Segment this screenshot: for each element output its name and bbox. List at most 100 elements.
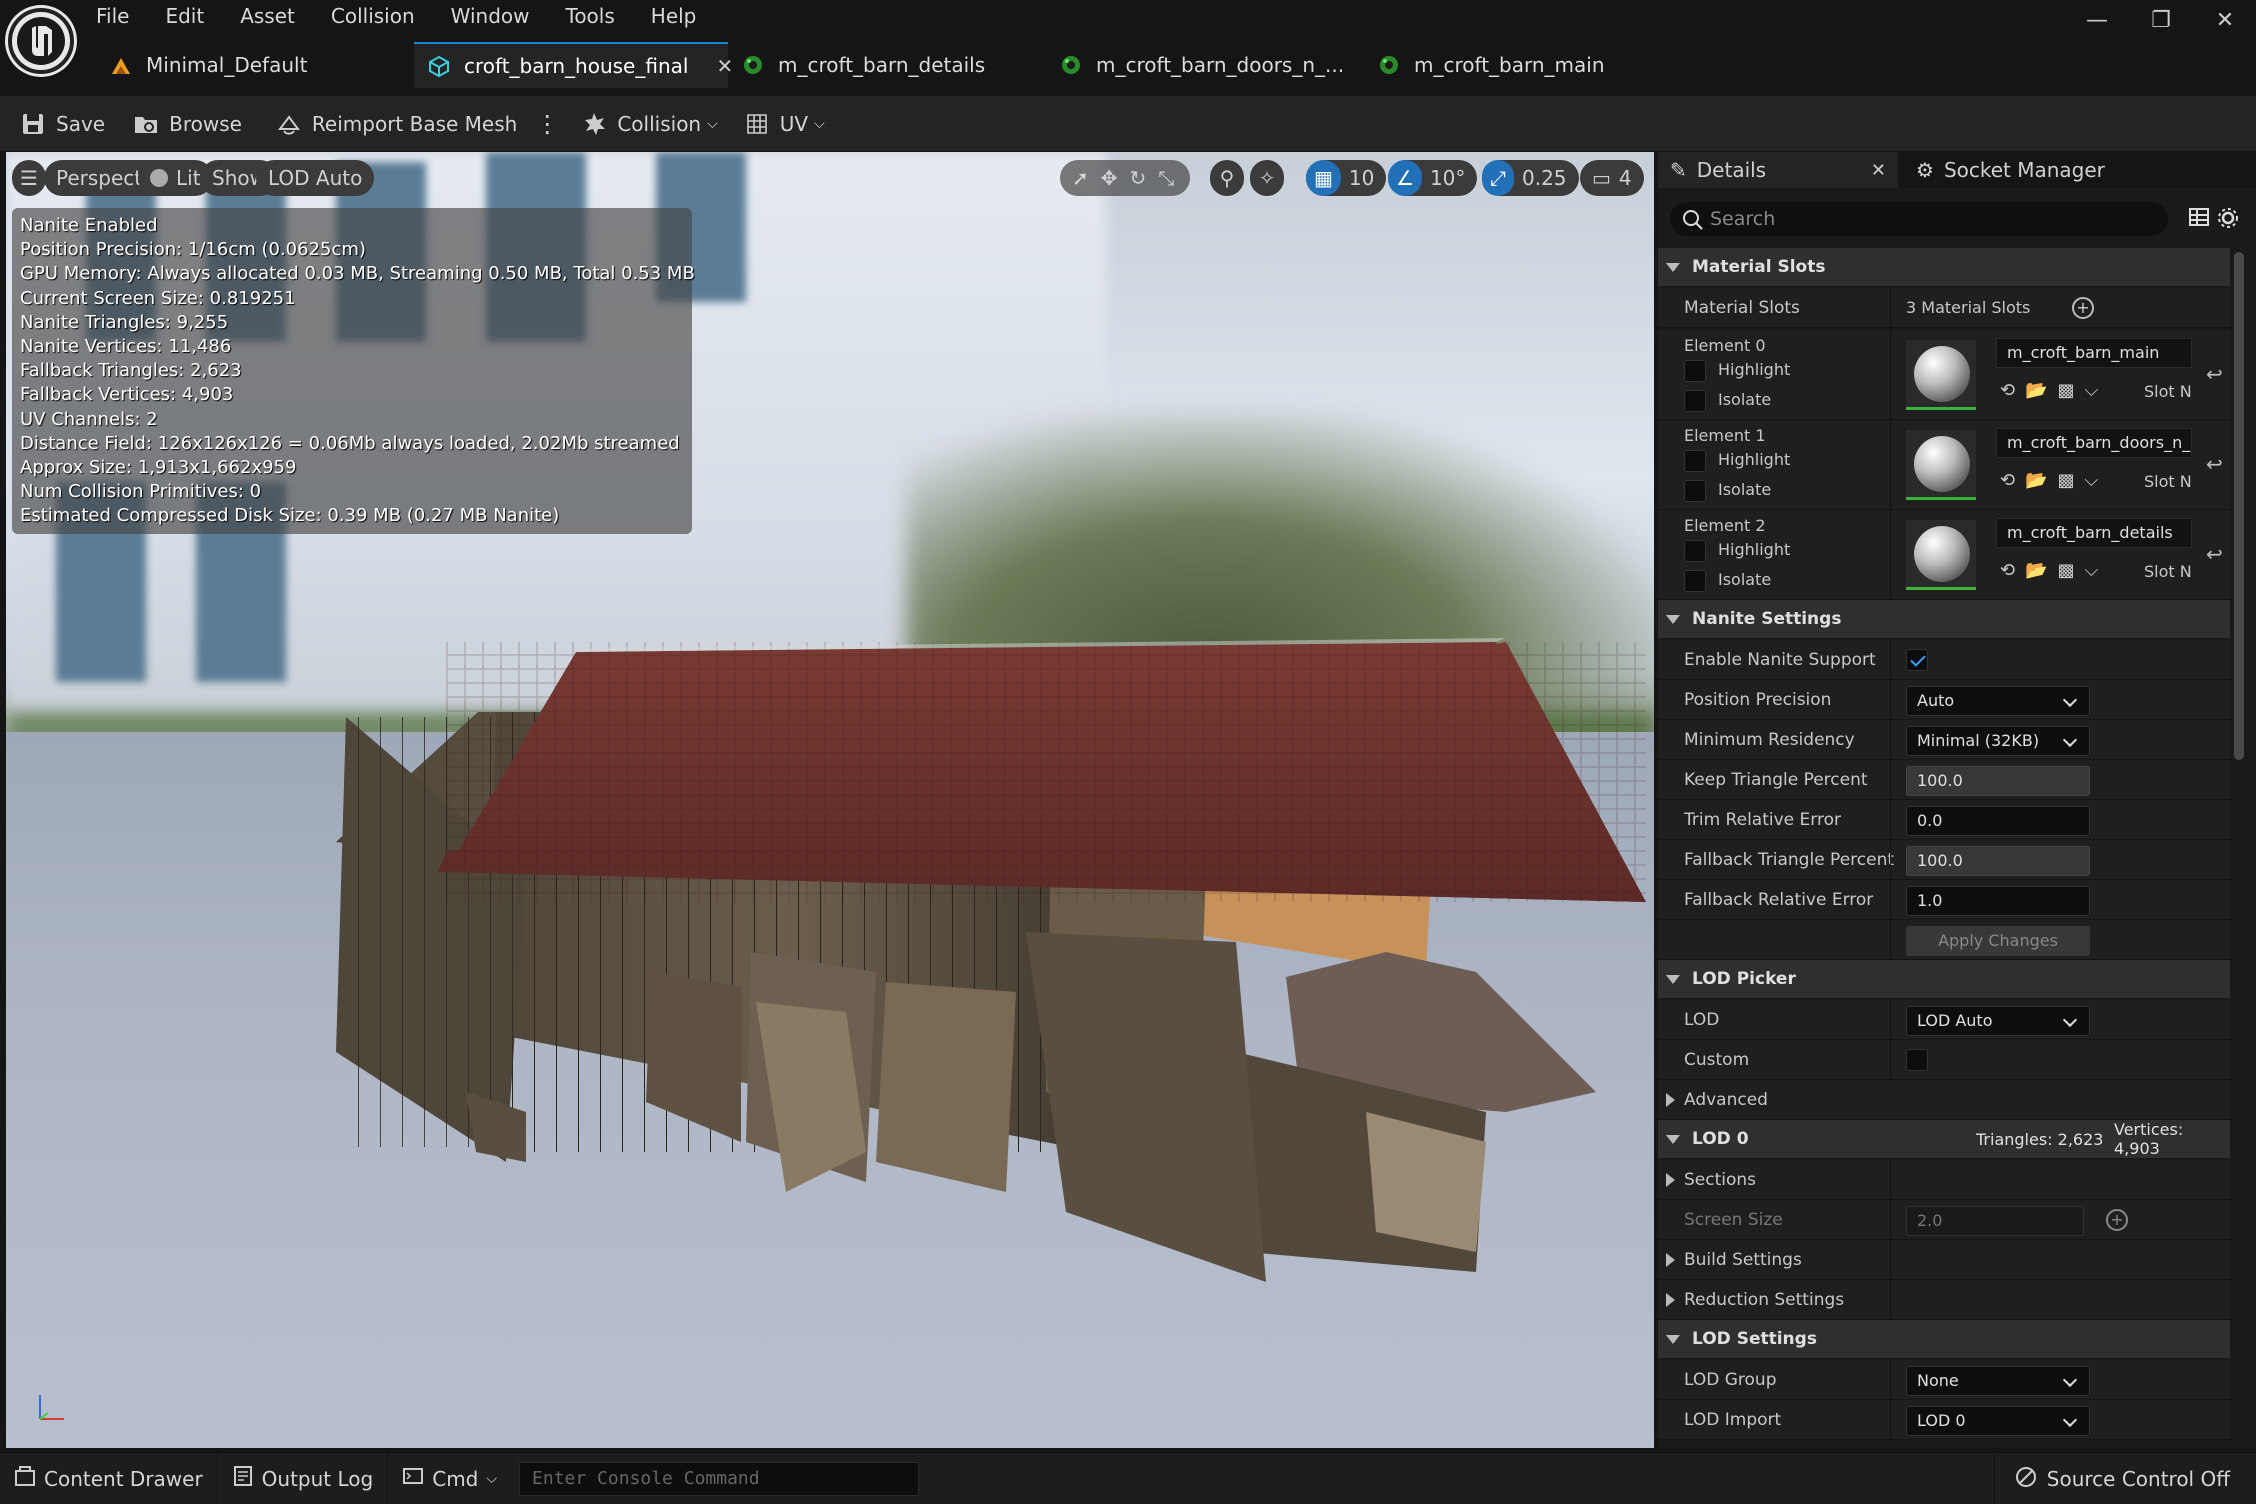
trim-relative-error-field[interactable]: 0.0	[1906, 806, 2090, 836]
world-space-icon[interactable]: ⚲	[1210, 160, 1244, 196]
material-name-field[interactable]: m_croft_barn_doors_n_win	[1996, 428, 2192, 458]
tab-socket-manager[interactable]: ⚙ Socket Manager	[1904, 152, 2117, 188]
details-search-input[interactable]: Search	[1670, 202, 2168, 236]
details-scrollbar[interactable]	[2234, 252, 2244, 760]
isolate-checkbox[interactable]	[1684, 390, 1706, 412]
checker-icon[interactable]: ▩	[2058, 560, 2075, 581]
tab-details[interactable]: ✎ Details ✕	[1658, 152, 1898, 188]
surface-snap-icon[interactable]: ✧	[1250, 160, 1284, 196]
row-advanced[interactable]: Advanced	[1658, 1080, 2230, 1120]
grid-snap-toggle[interactable]: ▦ 10	[1306, 160, 1387, 196]
highlight-checkbox[interactable]	[1684, 540, 1706, 562]
enable-nanite-checkbox[interactable]	[1906, 649, 1928, 671]
material-thumbnail[interactable]	[1906, 340, 1976, 410]
table-view-icon[interactable]	[2188, 206, 2210, 232]
output-log-button[interactable]: Output Log	[218, 1452, 389, 1504]
section-lod-picker[interactable]: LOD Picker	[1658, 960, 2230, 998]
console-command-input[interactable]: Enter Console Command	[519, 1461, 920, 1496]
material-name-field[interactable]: m_croft_barn_main	[1996, 338, 2192, 368]
restore-icon[interactable]: ❐	[2136, 8, 2186, 42]
highlight-checkbox[interactable]	[1684, 360, 1706, 382]
content-drawer-button[interactable]: Content Drawer	[0, 1452, 218, 1504]
add-screen-size-icon[interactable]: +	[2106, 1209, 2128, 1231]
checker-icon[interactable]: ▩	[2058, 470, 2075, 491]
camera-speed-button[interactable]: ▭ 4	[1580, 160, 1644, 196]
reset-to-default-icon[interactable]: ↩	[2206, 362, 2223, 386]
minimize-icon[interactable]: —	[2072, 8, 2122, 42]
mesh-viewport[interactable]: ☰ Perspective Lit Show LOD Auto ➚ ✥ ↻ ⤡ ⚲ ✧…	[6, 152, 1654, 1448]
lod-import-dropdown[interactable]: LOD 0	[1906, 1406, 2090, 1436]
rotation-snap-toggle[interactable]: ∠ 10°	[1388, 160, 1478, 196]
uv-dropdown[interactable]: UV ⌵	[734, 104, 835, 144]
menu-asset[interactable]: Asset	[240, 0, 295, 34]
section-material-slots[interactable]: Material Slots	[1658, 248, 2230, 286]
menu-window[interactable]: Window	[451, 0, 530, 34]
tab-m-croft-barn-details[interactable]: m_croft_barn_details	[728, 42, 1046, 88]
isolate-checkbox[interactable]	[1684, 480, 1706, 502]
tab-croft-barn-house-final[interactable]: croft_barn_house_final ✕	[414, 42, 733, 88]
lod-auto-button[interactable]: LOD Auto	[256, 160, 375, 196]
checker-icon[interactable]: ▩	[2058, 380, 2075, 401]
browse-folder-icon[interactable]: 📂	[2025, 560, 2047, 581]
browse-folder-icon[interactable]: 📂	[2025, 380, 2047, 401]
viewport-menu-icon[interactable]: ☰	[12, 160, 46, 196]
section-lod-0[interactable]: LOD 0 Triangles: 2,623 Vertices: 4,903	[1658, 1120, 2230, 1158]
menu-file[interactable]: File	[96, 0, 129, 34]
chevron-down-icon[interactable]: ⌵	[2085, 380, 2099, 401]
row-sections[interactable]: Sections	[1658, 1160, 2230, 1200]
chevron-down-icon[interactable]: ⌵	[2085, 560, 2099, 581]
scale-snap-toggle[interactable]: ⤢ 0.25	[1482, 160, 1579, 196]
select-icon[interactable]: ➚	[1072, 166, 1089, 190]
reimport-base-mesh-button[interactable]: Reimport Base Mesh	[266, 104, 527, 144]
reset-to-default-icon[interactable]: ↩	[2206, 542, 2223, 566]
custom-lod-checkbox[interactable]	[1906, 1049, 1928, 1071]
row-build-settings[interactable]: Build Settings	[1658, 1240, 2230, 1280]
browse-button[interactable]: Browse	[123, 104, 252, 144]
scale-icon[interactable]: ⤡	[1158, 166, 1174, 190]
translate-icon[interactable]: ✥	[1101, 166, 1118, 190]
output-log-label: Output Log	[261, 1466, 374, 1491]
fallback-triangle-percent-field[interactable]: 100.0	[1906, 846, 2090, 876]
section-nanite-settings[interactable]: Nanite Settings	[1658, 600, 2230, 638]
unreal-logo-icon[interactable]	[8, 8, 74, 74]
apply-changes-button[interactable]: Apply Changes	[1906, 926, 2090, 956]
rotate-icon[interactable]: ↻	[1130, 166, 1147, 190]
menu-edit[interactable]: Edit	[165, 0, 204, 34]
transform-tools-group[interactable]: ➚ ✥ ↻ ⤡	[1060, 160, 1190, 196]
isolate-checkbox[interactable]	[1684, 570, 1706, 592]
reset-to-default-icon[interactable]: ↩	[2206, 452, 2223, 476]
tab-m-croft-barn-main[interactable]: m_croft_barn_main	[1364, 42, 1605, 88]
reset-arrow-icon[interactable]: ⟲	[2000, 560, 2015, 581]
save-button[interactable]: Save	[10, 104, 115, 144]
lod-dropdown[interactable]: LOD Auto	[1906, 1006, 2090, 1036]
minimum-residency-dropdown[interactable]: Minimal (32KB)	[1906, 726, 2090, 756]
reset-arrow-icon[interactable]: ⟲	[2000, 380, 2015, 401]
lod-group-dropdown[interactable]: None	[1906, 1366, 2090, 1396]
search-icon	[1682, 208, 1704, 242]
settings-gear-icon[interactable]	[2216, 206, 2240, 234]
reset-arrow-icon[interactable]: ⟲	[2000, 470, 2015, 491]
menu-help[interactable]: Help	[651, 0, 697, 34]
close-tab-icon[interactable]: ✕	[1871, 160, 1886, 181]
menu-collision[interactable]: Collision	[331, 0, 415, 34]
section-lod-settings[interactable]: LOD Settings	[1658, 1320, 2230, 1358]
tab-minimal-default[interactable]: Minimal_Default	[96, 42, 414, 88]
material-name-field[interactable]: m_croft_barn_details	[1996, 518, 2192, 548]
row-reduction-settings[interactable]: Reduction Settings	[1658, 1280, 2230, 1320]
browse-folder-icon[interactable]: 📂	[2025, 470, 2047, 491]
menu-tools[interactable]: Tools	[566, 0, 615, 34]
keep-triangle-percent-field[interactable]: 100.0	[1906, 766, 2090, 796]
material-thumbnail[interactable]	[1906, 520, 1976, 590]
material-thumbnail[interactable]	[1906, 430, 1976, 500]
more-options-icon[interactable]: ⋮	[527, 104, 567, 144]
tab-m-croft-barn-doors[interactable]: m_croft_barn_doors_n_...	[1046, 42, 1364, 88]
cmd-dropdown[interactable]: Cmd ⌵	[388, 1453, 511, 1504]
close-window-icon[interactable]: ✕	[2200, 8, 2250, 42]
source-control-button[interactable]: Source Control Off	[1993, 1453, 2256, 1504]
add-material-slot-icon[interactable]: +	[2072, 297, 2094, 319]
highlight-checkbox[interactable]	[1684, 450, 1706, 472]
collision-dropdown[interactable]: Collision ⌵	[571, 104, 727, 144]
chevron-down-icon[interactable]: ⌵	[2085, 470, 2099, 491]
fallback-relative-error-field[interactable]: 1.0	[1906, 886, 2090, 916]
position-precision-dropdown[interactable]: Auto	[1906, 686, 2090, 716]
